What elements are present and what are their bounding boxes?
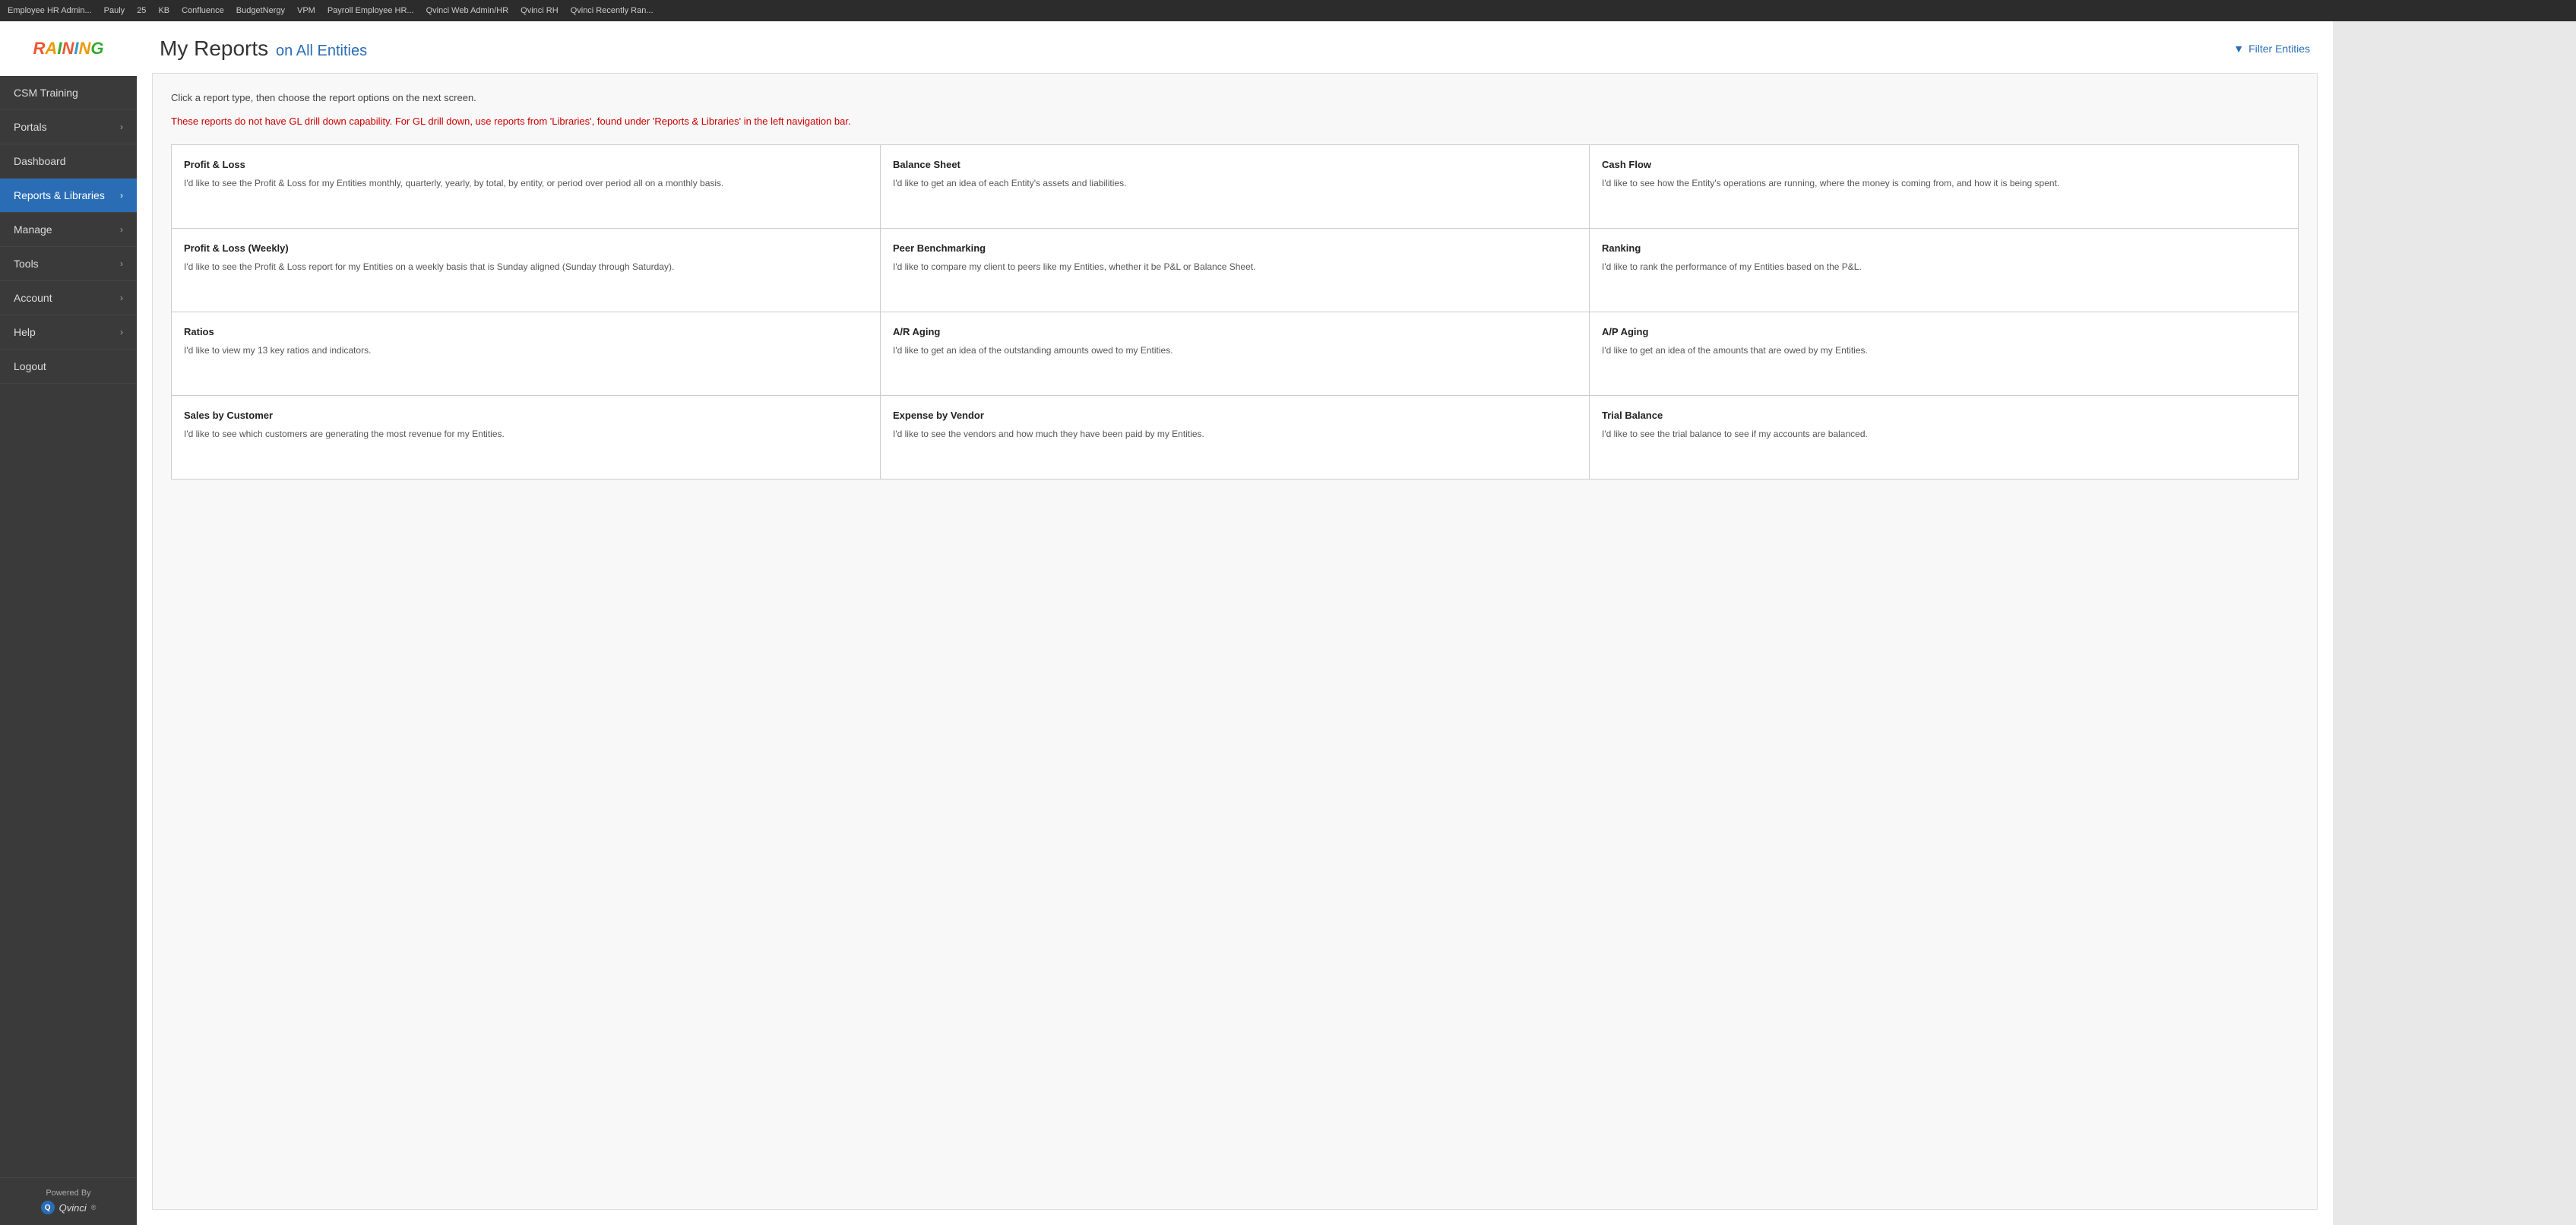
report-desc: I'd like to see which customers are gene… bbox=[184, 427, 868, 441]
report-title: A/P Aging bbox=[1602, 326, 2286, 337]
report-cell-peer-benchmarking[interactable]: Peer Benchmarking I'd like to compare my… bbox=[881, 229, 1590, 312]
chevron-right-icon-tools: › bbox=[120, 258, 123, 269]
report-title: Peer Benchmarking bbox=[893, 242, 1577, 254]
reports-container: Click a report type, then choose the rep… bbox=[152, 73, 2318, 1210]
registered-trademark: ® bbox=[91, 1204, 97, 1211]
sidebar-item-account[interactable]: Account › bbox=[0, 281, 137, 315]
filter-entities-button[interactable]: ▼ Filter Entities bbox=[2233, 43, 2310, 55]
report-cell-sales-by-customer[interactable]: Sales by Customer I'd like to see which … bbox=[172, 396, 881, 480]
qvinci-brand-name: Qvinci bbox=[59, 1202, 87, 1214]
right-panel bbox=[2333, 21, 2576, 1225]
report-cell-profit-loss-weekly[interactable]: Profit & Loss (Weekly) I'd like to see t… bbox=[172, 229, 881, 312]
report-cell-ar-aging[interactable]: A/R Aging I'd like to get an idea of the… bbox=[881, 312, 1590, 396]
main-content: My Reports on All Entities ▼ Filter Enti… bbox=[137, 21, 2333, 1225]
report-desc: I'd like to view my 13 key ratios and in… bbox=[184, 343, 868, 357]
sidebar-powered-by: Powered By Q Qvinci ® bbox=[0, 1177, 137, 1225]
report-desc: I'd like to see the vendors and how much… bbox=[893, 427, 1577, 441]
top-nav-qvinci-rh[interactable]: Qvinci RH bbox=[521, 6, 559, 15]
top-nav-qvinci-admin[interactable]: Qvinci Web Admin/HR bbox=[426, 6, 509, 15]
top-nav-kb[interactable]: KB bbox=[158, 6, 169, 15]
top-nav-25[interactable]: 25 bbox=[137, 6, 146, 15]
sidebar-item-help[interactable]: Help › bbox=[0, 315, 137, 350]
sidebar-item-reports-libraries[interactable]: Reports & Libraries › bbox=[0, 179, 137, 213]
report-cell-ap-aging[interactable]: A/P Aging I'd like to get an idea of the… bbox=[1590, 312, 2299, 396]
sidebar-item-portals[interactable]: Portals › bbox=[0, 110, 137, 144]
page-title-area: My Reports on All Entities bbox=[160, 36, 367, 61]
page-title: My Reports bbox=[160, 36, 268, 60]
report-title: Cash Flow bbox=[1602, 159, 2286, 170]
report-title: Ratios bbox=[184, 326, 868, 337]
top-nav: Employee HR Admin... Pauly 25 KB Conflue… bbox=[0, 0, 2576, 21]
report-desc: I'd like to get an idea of the outstandi… bbox=[893, 343, 1577, 357]
filter-icon: ▼ bbox=[2233, 43, 2244, 55]
report-desc: I'd like to see how the Entity's operati… bbox=[1602, 176, 2286, 190]
sidebar-logo[interactable]: RAINING bbox=[0, 21, 137, 76]
top-nav-pauly[interactable]: Pauly bbox=[104, 6, 125, 15]
report-cell-balance-sheet[interactable]: Balance Sheet I'd like to get an idea of… bbox=[881, 145, 1590, 229]
report-cell-cash-flow[interactable]: Cash Flow I'd like to see how the Entity… bbox=[1590, 145, 2299, 229]
chevron-right-icon-account: › bbox=[120, 293, 123, 303]
top-nav-payroll[interactable]: Payroll Employee HR... bbox=[328, 6, 414, 15]
report-title: Trial Balance bbox=[1602, 410, 2286, 421]
report-title: Expense by Vendor bbox=[893, 410, 1577, 421]
top-nav-budgetnergy[interactable]: BudgetNergy bbox=[236, 6, 285, 15]
qvinci-logo-icon: Q bbox=[41, 1201, 55, 1214]
top-nav-confluence[interactable]: Confluence bbox=[182, 6, 224, 15]
sidebar-navigation: CSM Training Portals › Dashboard Reports… bbox=[0, 76, 137, 1177]
chevron-right-icon-help: › bbox=[120, 327, 123, 337]
sidebar-item-logout[interactable]: Logout bbox=[0, 350, 137, 384]
sidebar-item-csm-training[interactable]: CSM Training bbox=[0, 76, 137, 110]
top-nav-employee[interactable]: Employee HR Admin... bbox=[8, 6, 92, 15]
chevron-right-icon: › bbox=[120, 122, 123, 132]
sidebar-item-manage[interactable]: Manage › bbox=[0, 213, 137, 247]
report-cell-trial-balance[interactable]: Trial Balance I'd like to see the trial … bbox=[1590, 396, 2299, 480]
page-header: My Reports on All Entities ▼ Filter Enti… bbox=[137, 21, 2333, 73]
report-title: Balance Sheet bbox=[893, 159, 1577, 170]
report-cell-profit-loss[interactable]: Profit & Loss I'd like to see the Profit… bbox=[172, 145, 881, 229]
report-desc: I'd like to get an idea of each Entity's… bbox=[893, 176, 1577, 190]
top-nav-qvinci-recent[interactable]: Qvinci Recently Ran... bbox=[571, 6, 653, 15]
report-desc: I'd like to see the trial balance to see… bbox=[1602, 427, 2286, 441]
chevron-right-icon-active: › bbox=[120, 190, 123, 201]
report-title: Ranking bbox=[1602, 242, 2286, 254]
sidebar: RAINING CSM Training Portals › Dashboard… bbox=[0, 21, 137, 1225]
report-title: Profit & Loss bbox=[184, 159, 868, 170]
sidebar-item-dashboard[interactable]: Dashboard bbox=[0, 144, 137, 179]
reports-warning: These reports do not have GL drill down … bbox=[171, 114, 2299, 129]
report-desc: I'd like to see the Profit & Loss for my… bbox=[184, 176, 868, 190]
chevron-right-icon-manage: › bbox=[120, 224, 123, 235]
report-title: A/R Aging bbox=[893, 326, 1577, 337]
report-cell-ranking[interactable]: Ranking I'd like to rank the performance… bbox=[1590, 229, 2299, 312]
reports-instruction: Click a report type, then choose the rep… bbox=[171, 92, 2299, 103]
page-subtitle: on All Entities bbox=[276, 43, 367, 59]
top-nav-vpm[interactable]: VPM bbox=[297, 6, 315, 15]
report-cell-ratios[interactable]: Ratios I'd like to view my 13 key ratios… bbox=[172, 312, 881, 396]
report-desc: I'd like to get an idea of the amounts t… bbox=[1602, 343, 2286, 357]
report-desc: I'd like to see the Profit & Loss report… bbox=[184, 260, 868, 274]
report-desc: I'd like to rank the performance of my E… bbox=[1602, 260, 2286, 274]
report-title: Sales by Customer bbox=[184, 410, 868, 421]
sidebar-item-tools[interactable]: Tools › bbox=[0, 247, 137, 281]
report-title: Profit & Loss (Weekly) bbox=[184, 242, 868, 254]
report-desc: I'd like to compare my client to peers l… bbox=[893, 260, 1577, 274]
report-grid: Profit & Loss I'd like to see the Profit… bbox=[171, 144, 2299, 480]
report-cell-expense-by-vendor[interactable]: Expense by Vendor I'd like to see the ve… bbox=[881, 396, 1590, 480]
